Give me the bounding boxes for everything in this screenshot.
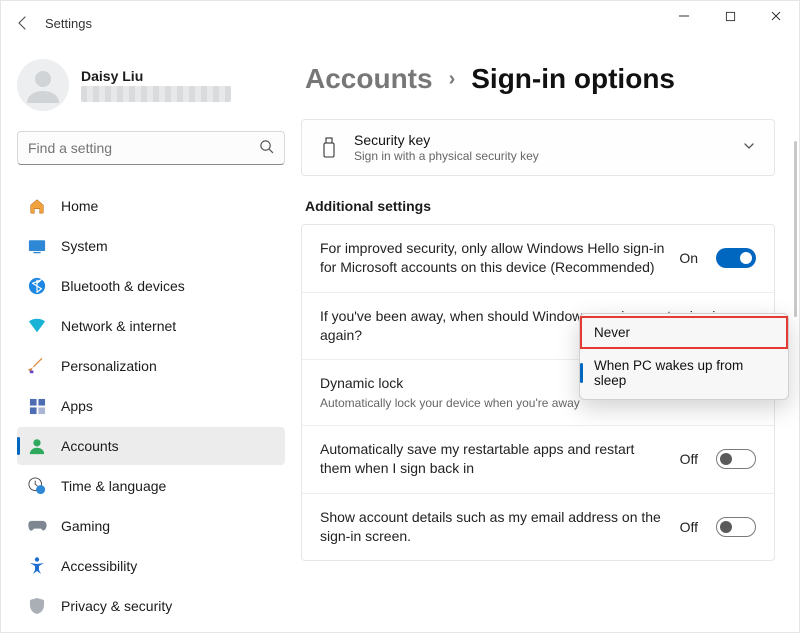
sidebar-item-label: Bluetooth & devices xyxy=(61,278,185,294)
security-key-title: Security key xyxy=(354,132,726,148)
profile-email-redacted xyxy=(81,86,231,102)
accessibility-icon xyxy=(27,556,47,576)
minimize-button[interactable] xyxy=(661,1,707,31)
sidebar-item-label: Accounts xyxy=(61,438,119,454)
security-key-subtitle: Sign in with a physical security key xyxy=(354,149,726,163)
home-icon xyxy=(27,196,47,216)
sidebar-item-label: Network & internet xyxy=(61,318,176,334)
chevron-down-icon xyxy=(742,139,756,156)
toggle-state-label: Off xyxy=(680,519,698,535)
security-key-card[interactable]: Security key Sign in with a physical sec… xyxy=(301,119,775,176)
sidebar-item-accessibility[interactable]: Accessibility xyxy=(17,547,285,585)
row-text: Show account details such as my email ad… xyxy=(320,508,666,547)
avatar xyxy=(17,59,69,111)
breadcrumb: Accounts › Sign-in options xyxy=(301,45,775,119)
sidebar-item-label: Time & language xyxy=(61,478,166,494)
person-icon xyxy=(27,436,47,456)
sidebar-item-gaming[interactable]: Gaming xyxy=(17,507,285,545)
row-title: Dynamic lock xyxy=(320,375,403,391)
toggle-windows-hello[interactable] xyxy=(716,248,756,268)
option-label: When PC wakes up from sleep xyxy=(594,358,743,388)
sidebar-item-label: Accessibility xyxy=(61,558,137,574)
row-show-account-details: Show account details such as my email ad… xyxy=(302,494,774,561)
back-button[interactable] xyxy=(9,9,37,37)
sidebar-item-privacy[interactable]: Privacy & security xyxy=(17,587,285,625)
sidebar: Daisy Liu Home System xyxy=(1,45,301,634)
toggle-show-account-details[interactable] xyxy=(716,517,756,537)
profile-block[interactable]: Daisy Liu xyxy=(17,55,285,115)
breadcrumb-section[interactable]: Accounts xyxy=(305,63,433,95)
vertical-scrollbar[interactable] xyxy=(794,141,797,317)
gamepad-icon xyxy=(27,516,47,536)
sidebar-item-time-language[interactable]: Time & language xyxy=(17,467,285,505)
sidebar-item-label: Privacy & security xyxy=(61,598,172,614)
clock-globe-icon xyxy=(27,476,47,496)
close-button[interactable] xyxy=(753,1,799,31)
wifi-icon xyxy=(27,316,47,336)
apps-icon xyxy=(27,396,47,416)
sidebar-item-accounts[interactable]: Accounts xyxy=(17,427,285,465)
row-windows-hello-only: For improved security, only allow Window… xyxy=(302,225,774,293)
sidebar-item-label: Personalization xyxy=(61,358,157,374)
option-label: Never xyxy=(594,325,630,340)
nav-list: Home System Bluetooth & devices Network … xyxy=(17,187,285,625)
titlebar: Settings xyxy=(1,1,799,45)
bluetooth-icon xyxy=(27,276,47,296)
sidebar-item-network[interactable]: Network & internet xyxy=(17,307,285,345)
breadcrumb-page: Sign-in options xyxy=(471,63,675,95)
usb-key-icon xyxy=(320,136,338,160)
chevron-right-icon: › xyxy=(449,68,456,91)
additional-settings-header: Additional settings xyxy=(305,198,775,214)
require-signin-dropdown[interactable]: Never When PC wakes up from sleep xyxy=(579,313,789,400)
sidebar-item-label: Home xyxy=(61,198,98,214)
window-controls xyxy=(661,1,799,45)
toggle-state-label: Off xyxy=(680,451,698,467)
sidebar-item-bluetooth[interactable]: Bluetooth & devices xyxy=(17,267,285,305)
sidebar-item-system[interactable]: System xyxy=(17,227,285,265)
sidebar-item-personalization[interactable]: Personalization xyxy=(17,347,285,385)
row-text: For improved security, only allow Window… xyxy=(320,239,665,278)
sidebar-item-apps[interactable]: Apps xyxy=(17,387,285,425)
search-box[interactable] xyxy=(17,131,285,165)
sidebar-item-label: System xyxy=(61,238,108,254)
titlebar-title: Settings xyxy=(45,16,92,31)
brush-icon xyxy=(27,356,47,376)
toggle-state-label: On xyxy=(679,250,698,266)
row-text: Automatically save my restartable apps a… xyxy=(320,440,666,479)
sidebar-item-home[interactable]: Home xyxy=(17,187,285,225)
dropdown-option-never[interactable]: Never xyxy=(580,316,788,349)
shield-icon xyxy=(27,596,47,616)
toggle-restartable-apps[interactable] xyxy=(716,449,756,469)
profile-name: Daisy Liu xyxy=(81,68,231,84)
row-restartable-apps: Automatically save my restartable apps a… xyxy=(302,426,774,494)
sidebar-item-label: Gaming xyxy=(61,518,110,534)
sidebar-item-label: Apps xyxy=(61,398,93,414)
dropdown-option-wake-from-sleep[interactable]: When PC wakes up from sleep xyxy=(580,349,788,397)
search-input[interactable] xyxy=(18,140,249,156)
system-icon xyxy=(27,236,47,256)
search-icon xyxy=(249,139,284,157)
maximize-button[interactable] xyxy=(707,1,753,31)
